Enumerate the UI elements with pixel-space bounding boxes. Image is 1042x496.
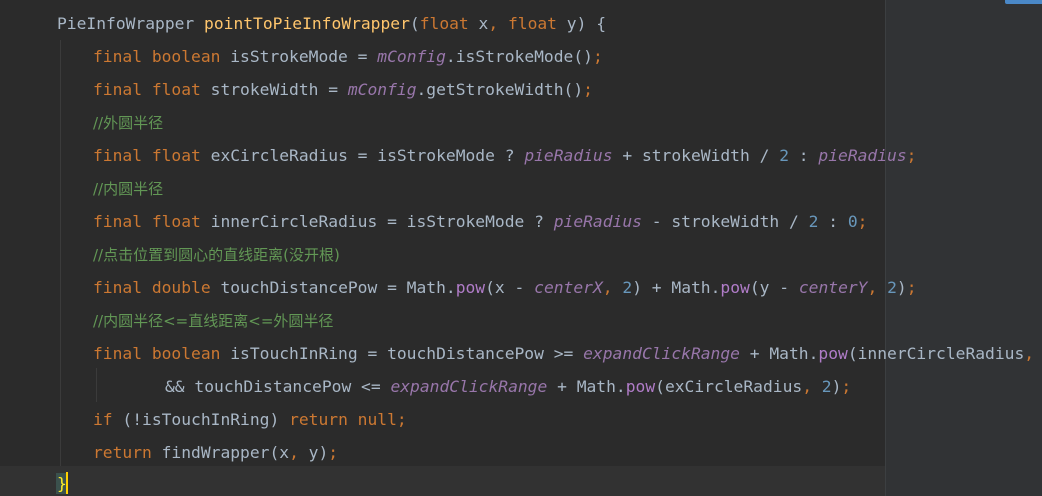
code-token: && touchDistancePow <=	[165, 377, 391, 396]
punctuation-token: ,	[802, 377, 822, 396]
field-token: pieRadius	[524, 146, 613, 165]
code-line[interactable]: final float strokeWidth = mConfig.getStr…	[93, 73, 978, 106]
code-line[interactable]: && touchDistancePow <= expandClickRange …	[165, 370, 1042, 403]
current-line[interactable]: }	[0, 466, 885, 496]
keyword-token: return null	[289, 410, 397, 429]
code-line[interactable]: final boolean isStrokeMode = mConfig.isS…	[93, 40, 978, 73]
keyword-token: float	[419, 14, 479, 33]
code-line[interactable]: return findWrapper(x, y);	[93, 436, 978, 469]
keyword-token: final double	[93, 278, 221, 297]
punctuation-token: ,	[289, 443, 309, 462]
code-token: :	[789, 146, 819, 165]
code-editor[interactable]: PieInfoWrapper pointToPieInfoWrapper(flo…	[0, 0, 1042, 496]
scrollbar-thumb[interactable]	[1005, 0, 1042, 4]
code-token: + strokeWidth /	[612, 146, 780, 165]
indent-guide	[60, 40, 61, 468]
punctuation-token: ;	[592, 47, 603, 66]
punctuation-token: ;	[857, 212, 868, 231]
method-call-token: pow	[455, 278, 486, 297]
code-token: ) + Math.	[632, 278, 721, 297]
number-token: 2	[821, 377, 832, 396]
indent-guide-continuation	[96, 368, 97, 402]
field-token: mConfig	[377, 47, 446, 66]
code-token: y) {	[566, 14, 607, 33]
field-token: pieRadius	[553, 212, 642, 231]
code-token: PieInfoWrapper	[57, 14, 205, 33]
code-token: :	[818, 212, 848, 231]
code-token: (x -	[485, 278, 535, 297]
punctuation-token: ,	[602, 278, 623, 297]
keyword-token: final float	[93, 146, 211, 165]
punctuation-token: ,	[867, 278, 888, 297]
keyword-token: float	[507, 14, 567, 33]
code-token: (!isTouchInRing)	[122, 410, 290, 429]
number-token: 2	[887, 278, 897, 297]
field-token: centerX	[534, 278, 603, 297]
code-token: y)	[308, 443, 329, 462]
field-token: mConfig	[347, 80, 417, 99]
code-line[interactable]: PieInfoWrapper pointToPieInfoWrapper(flo…	[57, 7, 942, 40]
keyword-token: final float	[93, 212, 211, 231]
code-token: + Math.	[739, 344, 819, 363]
keyword-token: final boolean	[93, 47, 231, 66]
method-call-token: pow	[625, 377, 656, 396]
code-token: + Math.	[547, 377, 626, 396]
function-name-token: pointToPieInfoWrapper	[204, 14, 410, 33]
punctuation-token: ;	[396, 410, 407, 429]
field-token: expandClickRange	[583, 344, 740, 363]
comment-token: //内圆半径<=直线距离<=外圆半径	[93, 312, 334, 330]
code-token: x	[478, 14, 489, 33]
code-token: findWrapper(x	[161, 443, 290, 462]
code-token: exCircleRadius = isStrokeMode ?	[210, 146, 525, 165]
punctuation-token: ;	[583, 80, 593, 99]
keyword-token: if	[93, 410, 123, 429]
punctuation-token: ;	[841, 377, 852, 396]
code-line[interactable]: final float exCircleRadius = isStrokeMod…	[93, 139, 978, 172]
method-call-token: pow	[818, 344, 848, 363]
keyword-token: return	[93, 443, 162, 462]
number-token: 2	[779, 146, 789, 165]
code-line[interactable]: //外圆半径	[93, 106, 978, 139]
code-token: touchDistancePow = Math.	[220, 278, 456, 297]
code-line[interactable]: final float innerCircleRadius = isStroke…	[93, 205, 978, 238]
code-token: .getStrokeWidth()	[416, 80, 584, 99]
field-token: pieRadius	[818, 146, 907, 165]
code-token: - strokeWidth /	[641, 212, 809, 231]
text-caret	[66, 472, 68, 494]
number-token: 0	[847, 212, 858, 231]
field-token: centerY	[798, 278, 868, 297]
code-line[interactable]: //内圆半径<=直线距离<=外圆半径	[93, 304, 978, 337]
keyword-token: final float	[93, 80, 211, 99]
code-line[interactable]: //内圆半径	[93, 172, 978, 205]
keyword-token: final boolean	[93, 344, 231, 363]
code-token: (exCircleRadius	[655, 377, 803, 396]
code-token: )	[831, 377, 842, 396]
code-line[interactable]: if (!isTouchInRing) return null;	[93, 403, 978, 436]
punctuation-token: ,	[1024, 344, 1042, 363]
code-token: strokeWidth =	[210, 80, 348, 99]
comment-token: //点击位置到圆心的直线距离(没开根)	[93, 246, 340, 264]
code-token: )	[896, 278, 907, 297]
field-token: expandClickRange	[390, 377, 548, 396]
code-line[interactable]: //点击位置到圆心的直线距离(没开根)	[93, 238, 978, 271]
punctuation-token: ;	[906, 146, 917, 165]
code-token: (innerCircleRadius	[847, 344, 1025, 363]
code-token: isStrokeMode =	[230, 47, 378, 66]
comment-token: //内圆半径	[93, 180, 164, 198]
code-token: isTouchInRing = touchDistancePow >=	[230, 344, 584, 363]
code-line[interactable]: final double touchDistancePow = Math.pow…	[93, 271, 978, 304]
comment-token: //外圆半径	[93, 114, 164, 132]
punctuation-token: ;	[328, 443, 339, 462]
number-token: 2	[622, 278, 633, 297]
code-token: .isStrokeMode()	[445, 47, 593, 66]
code-token: innerCircleRadius = isStrokeMode ?	[210, 212, 554, 231]
code-token: (y -	[749, 278, 799, 297]
method-call-token: pow	[720, 278, 750, 297]
punctuation-token: ;	[906, 278, 917, 297]
punctuation-token: ,	[488, 14, 508, 33]
code-token: (	[409, 14, 420, 33]
number-token: 2	[808, 212, 819, 231]
code-line[interactable]: final boolean isTouchInRing = touchDista…	[93, 337, 1034, 370]
